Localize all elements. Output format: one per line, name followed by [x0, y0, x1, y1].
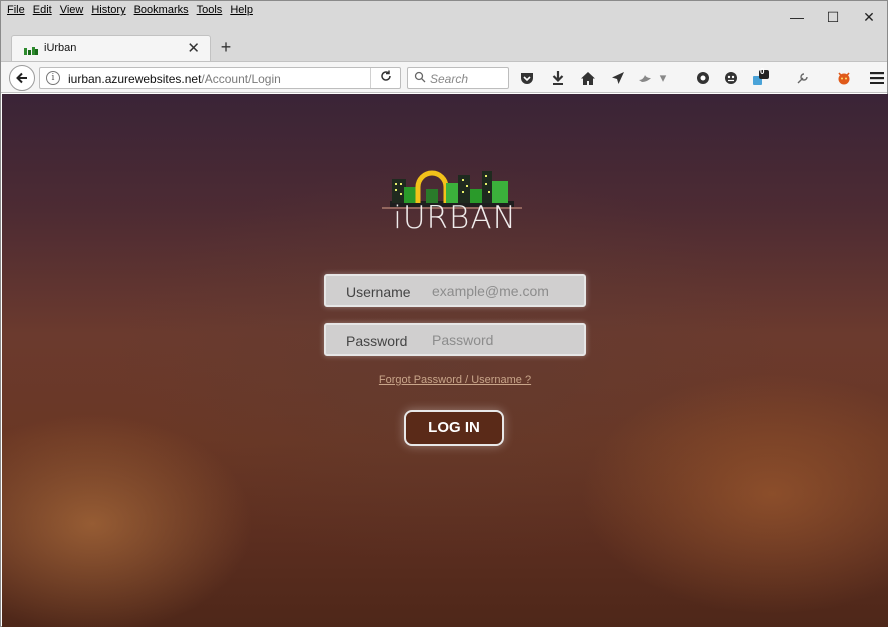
power-button[interactable] [693, 68, 713, 88]
menu-file[interactable]: File [7, 4, 25, 16]
pocket-button[interactable] [517, 68, 537, 88]
wrench-icon [797, 73, 808, 84]
new-tab-button[interactable]: + [215, 36, 237, 60]
navigation-bar: i iurban.azurewebsites.net/Account/Login… [1, 61, 887, 93]
login-page: iURBAN Username Password Forgot Password… [2, 94, 888, 627]
tool-button[interactable] [793, 68, 813, 88]
power-icon [697, 72, 709, 84]
devil-extension-button[interactable] [834, 68, 854, 88]
username-label: Username [346, 284, 411, 300]
minimize-button[interactable]: — [779, 7, 815, 27]
search-box[interactable]: Search [407, 67, 509, 89]
brand-name: iURBAN [393, 200, 517, 236]
reload-button[interactable] [370, 68, 400, 88]
paper-plane-icon [612, 72, 624, 84]
search-placeholder: Search [430, 72, 469, 86]
url-text: iurban.azurewebsites.net/Account/Login [68, 72, 281, 86]
download-icon [552, 71, 564, 85]
tab-iurban[interactable]: iUrban ✕ [11, 35, 211, 62]
iurban-favicon-icon [24, 47, 38, 55]
arrow-left-icon [16, 72, 27, 84]
dropdown-chevron-icon[interactable]: ▾ [657, 68, 669, 88]
maximize-button[interactable]: ☐ [815, 7, 851, 27]
tab-title: iUrban [44, 42, 77, 54]
url-host: iurban.azurewebsites.net [68, 72, 202, 86]
username-field[interactable]: Username [324, 274, 586, 307]
menu-history[interactable]: History [91, 4, 125, 16]
forgot-password-link[interactable]: Forgot Password / Username ? [2, 374, 888, 386]
menu-tools[interactable]: Tools [197, 4, 223, 16]
reload-icon [380, 70, 391, 81]
back-button[interactable] [9, 65, 35, 91]
password-field[interactable]: Password [324, 323, 586, 356]
menu-bookmarks[interactable]: Bookmarks [134, 4, 189, 16]
window-controls: — ☐ ✕ [779, 7, 887, 27]
search-icon [414, 71, 426, 83]
menu-help[interactable]: Help [230, 4, 253, 16]
home-icon [581, 71, 595, 85]
login-button[interactable]: LOG IN [404, 410, 504, 446]
notifications-button[interactable]: 0 [751, 67, 771, 88]
ghost-icon [725, 72, 737, 84]
address-bar[interactable]: i iurban.azurewebsites.net/Account/Login [39, 67, 401, 89]
send-button[interactable] [608, 68, 628, 88]
menu-edit[interactable]: Edit [33, 4, 52, 16]
url-path: /Account/Login [201, 72, 281, 86]
tab-close-icon[interactable]: ✕ [187, 39, 200, 57]
hamburger-icon [870, 72, 884, 84]
username-input[interactable] [432, 281, 577, 301]
badge-count: 0 [760, 67, 765, 76]
devil-icon [838, 72, 850, 85]
pocket-icon [521, 72, 533, 84]
menu-button[interactable] [867, 68, 887, 88]
menu-bar: File Edit View History Bookmarks Tools H… [7, 4, 253, 16]
title-bar: File Edit View History Bookmarks Tools H… [1, 1, 887, 35]
close-window-button[interactable]: ✕ [851, 7, 887, 27]
menu-view[interactable]: View [60, 4, 84, 16]
downloads-button[interactable] [548, 68, 568, 88]
browser-window: File Edit View History Bookmarks Tools H… [0, 0, 888, 627]
extension-button[interactable] [635, 68, 655, 88]
password-label: Password [346, 333, 408, 349]
home-button[interactable] [578, 68, 598, 88]
password-input[interactable] [432, 330, 577, 350]
info-icon[interactable]: i [46, 71, 60, 85]
bird-icon [639, 75, 651, 82]
ghostery-button[interactable] [721, 68, 741, 88]
